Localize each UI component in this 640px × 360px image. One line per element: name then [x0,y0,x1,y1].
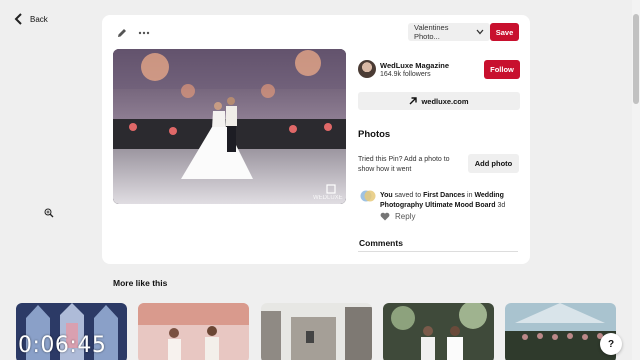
pin-card: Valentines Photo... Save WEDLUXE WedLuxe… [102,15,530,264]
back-button[interactable]: Back [14,13,48,25]
zoom-cursor-icon [44,208,54,218]
video-timer: 0:06:45 [18,333,107,358]
website-link-button[interactable]: wedluxe.com [358,92,520,110]
more-like-this-heading: More like this [113,278,168,288]
chevron-left-icon [14,13,22,25]
more-options-icon[interactable] [138,27,150,39]
couple-greenery-photo [383,303,494,360]
activity-section-link[interactable]: First Dances [423,192,465,199]
account-followers: 164.9k followers [380,71,431,78]
account-name[interactable]: WedLuxe Magazine [380,61,449,70]
wedding-party-photo [505,303,616,360]
arrow-up-right-icon [409,97,418,105]
add-photo-button[interactable]: Add photo [468,154,519,173]
heart-icon[interactable] [380,212,390,221]
board-select-label: Valentines Photo... [414,23,449,41]
account-avatar[interactable] [358,60,376,78]
reply-button[interactable]: Reply [395,212,415,221]
website-label: wedluxe.com [421,96,469,106]
back-label: Back [30,14,48,24]
related-pin-4[interactable] [383,303,494,360]
help-button[interactable]: ? [600,333,622,355]
activity-verb: saved to [392,192,424,199]
chevron-down-icon [476,29,484,35]
related-pin-2[interactable] [138,303,249,360]
edit-pencil-icon[interactable] [116,27,128,39]
wedding-dance-photo: WEDLUXE [113,49,346,204]
pin-image[interactable]: WEDLUXE [113,49,346,204]
related-pin-5[interactable] [505,303,616,360]
castle-photo [261,303,372,360]
couple-dancing-photo [138,303,249,360]
save-button[interactable]: Save [490,23,519,41]
comments-heading[interactable]: Comments [359,238,403,248]
photos-heading: Photos [358,129,391,140]
saved-activity-text: You saved to First Dances in Wedding Pho… [380,191,530,211]
saved-activity-avatar [360,190,376,202]
photos-prompt: Tried this Pin? Add a photo to show how … [358,156,450,173]
activity-actor: You [380,192,393,199]
related-pin-3[interactable] [261,303,372,360]
follow-button[interactable]: Follow [484,60,520,79]
scrollbar-thumb[interactable] [633,14,639,104]
activity-age: 3d [495,202,506,209]
photo-watermark: WEDLUXE [313,195,343,201]
reply-row: Reply [380,212,415,221]
board-select-dropdown[interactable]: Valentines Photo... [408,23,490,41]
divider [358,251,518,252]
